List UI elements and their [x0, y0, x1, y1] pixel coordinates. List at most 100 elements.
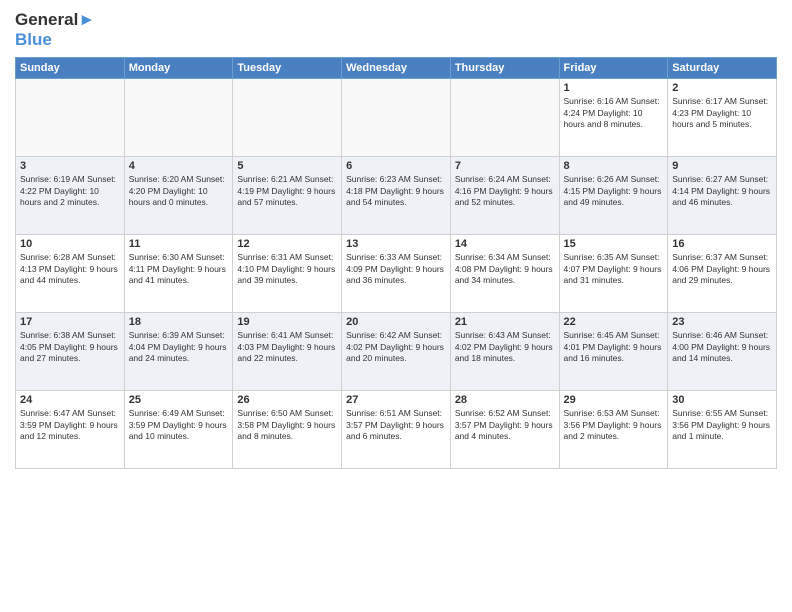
day-number: 17 [20, 316, 120, 328]
cell-info: Sunrise: 6:21 AM Sunset: 4:19 PM Dayligh… [237, 174, 337, 208]
cell-info: Sunrise: 6:47 AM Sunset: 3:59 PM Dayligh… [20, 408, 120, 442]
calendar-cell: 21Sunrise: 6:43 AM Sunset: 4:02 PM Dayli… [450, 313, 559, 391]
calendar-cell: 5 Sunrise: 6:21 AM Sunset: 4:19 PM Daylig… [233, 157, 342, 235]
calendar-week-5: 24 Sunrise: 6:47 AM Sunset: 3:59 PM Dayli… [16, 391, 777, 469]
cell-info: Sunrise: 6:46 AM Sunset: 4:00 PM Dayligh… [672, 330, 772, 364]
cell-info: Sunrise: 6:20 AM Sunset: 4:20 PM Dayligh… [129, 174, 229, 208]
cell-info: Sunrise: 6:28 AM Sunset: 4:13 PM Dayligh… [20, 252, 120, 286]
calendar-cell: 14 Sunrise: 6:34 AM Sunset: 4:08 PM Dayli… [450, 235, 559, 313]
calendar-cell: 6Sunrise: 6:23 AM Sunset: 4:18 PM Daylig… [342, 157, 451, 235]
day-number: 27 [346, 394, 446, 406]
day-number: 8 [564, 160, 664, 172]
cell-info: Sunrise: 6:37 AM Sunset: 4:06 PM Dayligh… [672, 252, 772, 286]
cell-info: Sunrise: 6:17 AM Sunset: 4:23 PM Dayligh… [672, 96, 772, 130]
day-number: 29 [564, 394, 664, 406]
logo-text-blue: Blue [15, 30, 95, 50]
day-number: 24 [20, 394, 120, 406]
calendar-cell: 11Sunrise: 6:30 AM Sunset: 4:11 PM Dayli… [124, 235, 233, 313]
calendar-cell: 25Sunrise: 6:49 AM Sunset: 3:59 PM Dayli… [124, 391, 233, 469]
calendar-cell: 18 Sunrise: 6:39 AM Sunset: 4:04 PM Dayli… [124, 313, 233, 391]
cell-info: Sunrise: 6:27 AM Sunset: 4:14 PM Dayligh… [672, 174, 772, 208]
cell-info: Sunrise: 6:16 AM Sunset: 4:24 PM Dayligh… [564, 96, 664, 130]
calendar-cell [124, 79, 233, 157]
day-number: 15 [564, 238, 664, 250]
calendar-cell: 17 Sunrise: 6:38 AM Sunset: 4:05 PM Dayli… [16, 313, 125, 391]
weekday-header-row: SundayMondayTuesdayWednesdayThursdayFrid… [16, 58, 777, 79]
day-number: 14 [455, 238, 555, 250]
day-number: 2 [672, 82, 772, 94]
calendar-table: SundayMondayTuesdayWednesdayThursdayFrid… [15, 57, 777, 469]
calendar-cell [16, 79, 125, 157]
calendar-cell: 3 Sunrise: 6:19 AM Sunset: 4:22 PM Daylig… [16, 157, 125, 235]
cell-info: Sunrise: 6:43 AM Sunset: 4:02 PM Dayligh… [455, 330, 555, 364]
calendar-cell: 12Sunrise: 6:31 AM Sunset: 4:10 PM Dayli… [233, 235, 342, 313]
calendar-week-2: 3 Sunrise: 6:19 AM Sunset: 4:22 PM Daylig… [16, 157, 777, 235]
weekday-header-tuesday: Tuesday [233, 58, 342, 79]
calendar-cell: 27 Sunrise: 6:51 AM Sunset: 3:57 PM Dayli… [342, 391, 451, 469]
calendar-week-1: 1 Sunrise: 6:16 AM Sunset: 4:24 PM Daylig… [16, 79, 777, 157]
calendar-cell: 29 Sunrise: 6:53 AM Sunset: 3:56 PM Dayli… [559, 391, 668, 469]
logo-text-general: General► [15, 10, 95, 30]
cell-info: Sunrise: 6:30 AM Sunset: 4:11 PM Dayligh… [129, 252, 229, 286]
calendar-cell: 19 Sunrise: 6:41 AM Sunset: 4:03 PM Dayli… [233, 313, 342, 391]
weekday-header-friday: Friday [559, 58, 668, 79]
calendar-cell: 20 Sunrise: 6:42 AM Sunset: 4:02 PM Dayli… [342, 313, 451, 391]
cell-info: Sunrise: 6:42 AM Sunset: 4:02 PM Dayligh… [346, 330, 446, 364]
day-number: 19 [237, 316, 337, 328]
weekday-header-monday: Monday [124, 58, 233, 79]
calendar-cell: 9 Sunrise: 6:27 AM Sunset: 4:14 PM Daylig… [668, 157, 777, 235]
cell-info: Sunrise: 6:45 AM Sunset: 4:01 PM Dayligh… [564, 330, 664, 364]
calendar-cell: 24 Sunrise: 6:47 AM Sunset: 3:59 PM Dayli… [16, 391, 125, 469]
day-number: 16 [672, 238, 772, 250]
calendar-cell: 22 Sunrise: 6:45 AM Sunset: 4:01 PM Dayli… [559, 313, 668, 391]
cell-info: Sunrise: 6:38 AM Sunset: 4:05 PM Dayligh… [20, 330, 120, 364]
calendar-cell: 2 Sunrise: 6:17 AM Sunset: 4:23 PM Daylig… [668, 79, 777, 157]
calendar-week-4: 17 Sunrise: 6:38 AM Sunset: 4:05 PM Dayli… [16, 313, 777, 391]
weekday-header-saturday: Saturday [668, 58, 777, 79]
calendar-cell: 23 Sunrise: 6:46 AM Sunset: 4:00 PM Dayli… [668, 313, 777, 391]
day-number: 30 [672, 394, 772, 406]
calendar-cell [342, 79, 451, 157]
day-number: 7 [455, 160, 555, 172]
logo: General► Blue [15, 10, 95, 49]
cell-info: Sunrise: 6:49 AM Sunset: 3:59 PM Dayligh… [129, 408, 229, 442]
cell-info: Sunrise: 6:23 AM Sunset: 4:18 PM Dayligh… [346, 174, 446, 208]
day-number: 22 [564, 316, 664, 328]
cell-info: Sunrise: 6:39 AM Sunset: 4:04 PM Dayligh… [129, 330, 229, 364]
day-number: 13 [346, 238, 446, 250]
weekday-header-wednesday: Wednesday [342, 58, 451, 79]
cell-info: Sunrise: 6:53 AM Sunset: 3:56 PM Dayligh… [564, 408, 664, 442]
calendar-cell: 16 Sunrise: 6:37 AM Sunset: 4:06 PM Dayli… [668, 235, 777, 313]
weekday-header-thursday: Thursday [450, 58, 559, 79]
calendar-cell: 28 Sunrise: 6:52 AM Sunset: 3:57 PM Dayli… [450, 391, 559, 469]
calendar-cell: 13Sunrise: 6:33 AM Sunset: 4:09 PM Dayli… [342, 235, 451, 313]
day-number: 23 [672, 316, 772, 328]
day-number: 28 [455, 394, 555, 406]
cell-info: Sunrise: 6:41 AM Sunset: 4:03 PM Dayligh… [237, 330, 337, 364]
day-number: 10 [20, 238, 120, 250]
cell-info: Sunrise: 6:31 AM Sunset: 4:10 PM Dayligh… [237, 252, 337, 286]
day-number: 5 [237, 160, 337, 172]
day-number: 26 [237, 394, 337, 406]
calendar-cell: 4Sunrise: 6:20 AM Sunset: 4:20 PM Daylig… [124, 157, 233, 235]
day-number: 20 [346, 316, 446, 328]
cell-info: Sunrise: 6:51 AM Sunset: 3:57 PM Dayligh… [346, 408, 446, 442]
page-header: General► Blue [15, 10, 777, 49]
calendar-cell: 7Sunrise: 6:24 AM Sunset: 4:16 PM Daylig… [450, 157, 559, 235]
day-number: 9 [672, 160, 772, 172]
calendar-week-3: 10 Sunrise: 6:28 AM Sunset: 4:13 PM Dayli… [16, 235, 777, 313]
cell-info: Sunrise: 6:52 AM Sunset: 3:57 PM Dayligh… [455, 408, 555, 442]
calendar-cell: 1 Sunrise: 6:16 AM Sunset: 4:24 PM Daylig… [559, 79, 668, 157]
calendar-cell [233, 79, 342, 157]
cell-info: Sunrise: 6:34 AM Sunset: 4:08 PM Dayligh… [455, 252, 555, 286]
calendar-cell: 26 Sunrise: 6:50 AM Sunset: 3:58 PM Dayli… [233, 391, 342, 469]
day-number: 3 [20, 160, 120, 172]
cell-info: Sunrise: 6:19 AM Sunset: 4:22 PM Dayligh… [20, 174, 120, 208]
cell-info: Sunrise: 6:35 AM Sunset: 4:07 PM Dayligh… [564, 252, 664, 286]
cell-info: Sunrise: 6:50 AM Sunset: 3:58 PM Dayligh… [237, 408, 337, 442]
day-number: 18 [129, 316, 229, 328]
calendar-cell: 8Sunrise: 6:26 AM Sunset: 4:15 PM Daylig… [559, 157, 668, 235]
day-number: 1 [564, 82, 664, 94]
calendar-cell: 30 Sunrise: 6:55 AM Sunset: 3:56 PM Dayli… [668, 391, 777, 469]
cell-info: Sunrise: 6:55 AM Sunset: 3:56 PM Dayligh… [672, 408, 772, 442]
